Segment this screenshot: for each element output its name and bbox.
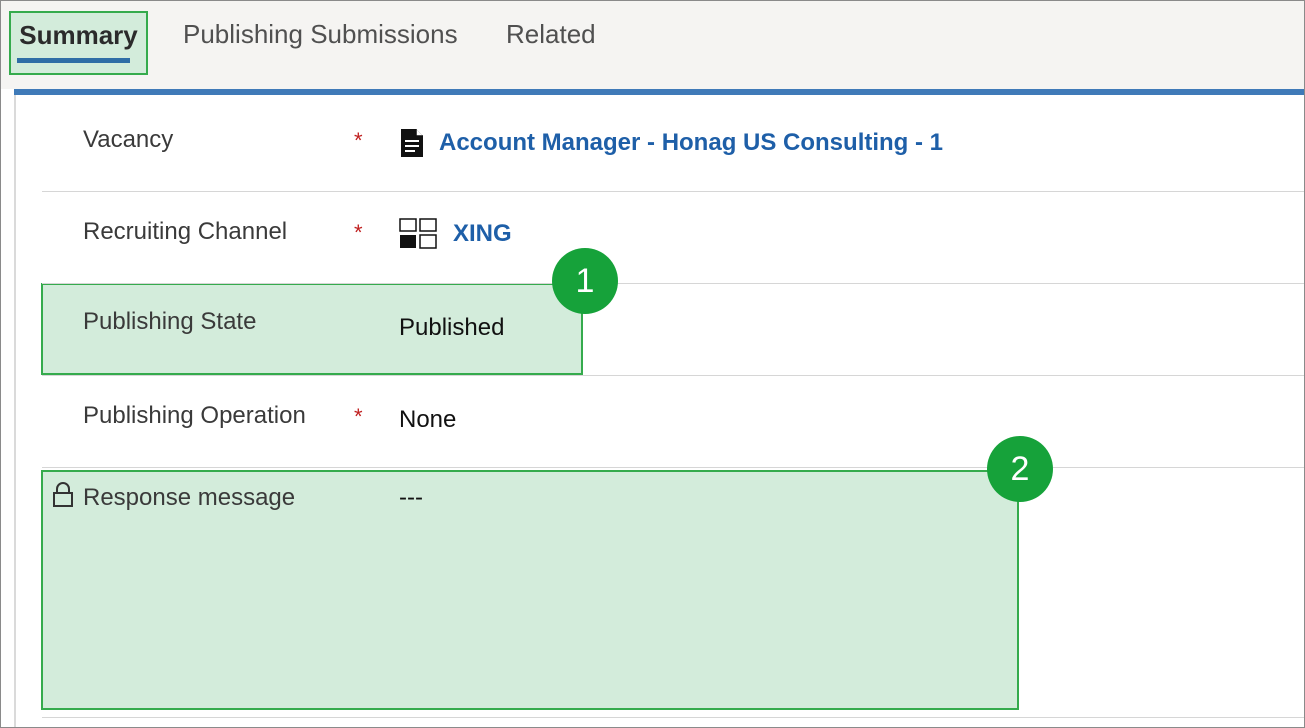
publishing-state-text: Published xyxy=(399,314,505,341)
entity-grid-icon xyxy=(399,218,437,249)
tab-summary-label: Summary xyxy=(19,20,138,50)
vacancy-link[interactable]: Account Manager - Honag US Consulting - … xyxy=(439,129,943,157)
tab-selected-indicator xyxy=(17,58,130,63)
recruiting-channel-link[interactable]: XING xyxy=(453,220,512,248)
publishing-operation-text: None xyxy=(399,406,457,433)
response-message-label: Response message xyxy=(83,484,296,511)
callout-badge-2: 2 xyxy=(987,436,1053,502)
field-row-publishing-state: Publishing State Published xyxy=(42,284,1304,376)
publishing-state-value: Published xyxy=(399,314,504,342)
recruiting-channel-lookup[interactable]: XING xyxy=(399,218,512,250)
recruiting-channel-label: Recruiting Channel xyxy=(83,218,288,245)
field-row-publishing-operation: Publishing Operation * None xyxy=(42,376,1304,468)
tab-bar: Summary Publishing Submissions Related xyxy=(1,1,1304,89)
document-icon xyxy=(401,129,423,157)
callout-number: 1 xyxy=(575,261,595,300)
tab-related-label: Related xyxy=(506,19,596,49)
publishing-state-label: Publishing State xyxy=(83,308,257,335)
callout-number: 2 xyxy=(1010,449,1030,488)
tab-related[interactable]: Related xyxy=(506,11,596,75)
required-indicator: * xyxy=(354,128,363,153)
required-indicator: * xyxy=(354,220,363,245)
publishing-operation-select[interactable]: None xyxy=(399,406,456,434)
response-message-text: --- xyxy=(399,484,423,511)
required-indicator: * xyxy=(354,404,363,429)
tab-summary[interactable]: Summary xyxy=(9,11,148,75)
lock-icon xyxy=(53,482,73,507)
callout-badge-1: 1 xyxy=(552,248,618,314)
vacancy-lookup[interactable]: Account Manager - Honag US Consulting - … xyxy=(399,128,943,158)
vacancy-label: Vacancy xyxy=(83,126,174,153)
tab-publishing-submissions-label: Publishing Submissions xyxy=(183,19,458,49)
field-row-recruiting-channel: Recruiting Channel * XING xyxy=(42,192,1304,284)
tab-publishing-submissions[interactable]: Publishing Submissions xyxy=(183,11,458,75)
publishing-operation-label: Publishing Operation xyxy=(83,402,306,429)
field-row-vacancy: Vacancy * Account Manager - Honag US Con… xyxy=(42,100,1304,192)
field-row-response-message: Response message --- xyxy=(42,468,1304,718)
response-message-value: --- xyxy=(399,484,423,512)
section-accent-bar xyxy=(14,89,1304,95)
